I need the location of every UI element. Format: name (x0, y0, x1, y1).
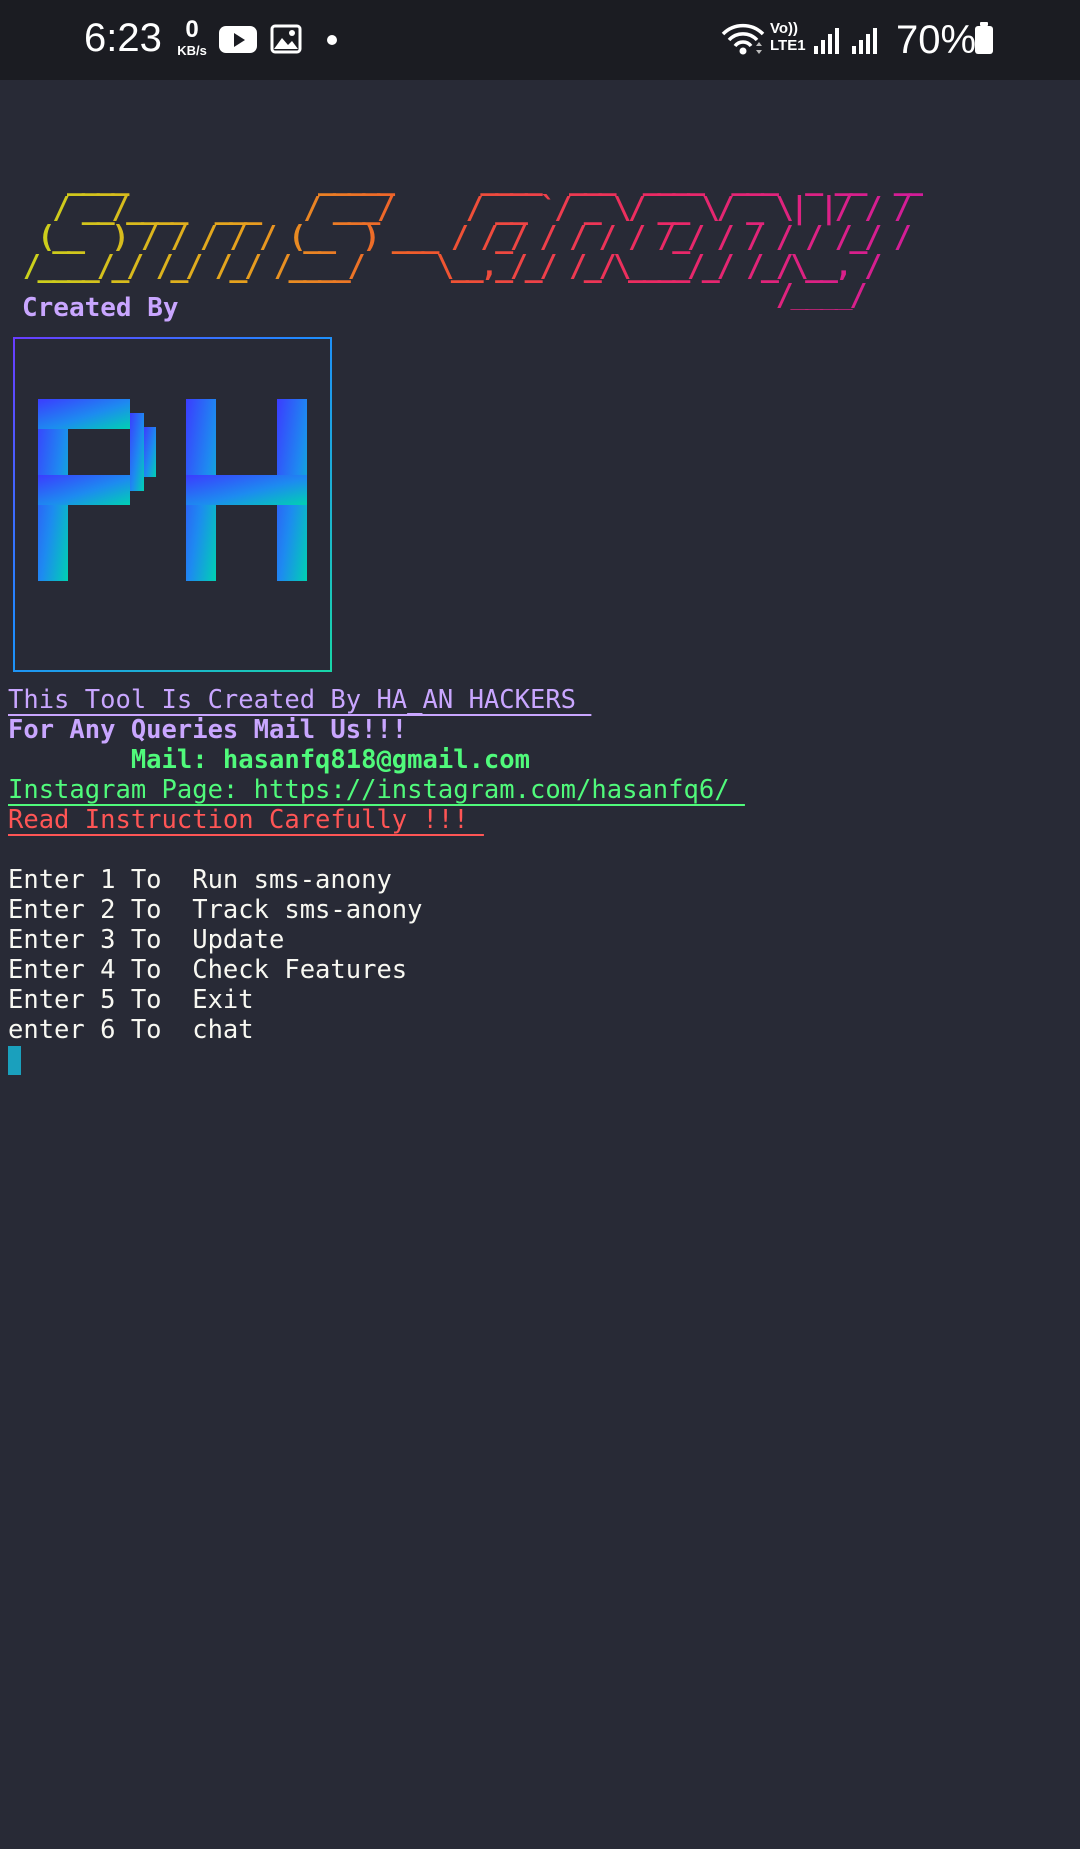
ph-logo: PH (13, 337, 332, 672)
network-speed-unit: KB/s (177, 43, 207, 58)
network-speed: 0 KB/s (172, 16, 212, 58)
created-by-label: Created By (22, 293, 179, 323)
ph-logo-icon: PH (38, 399, 307, 581)
queries-line: For Any Queries Mail Us!!! (8, 715, 408, 745)
menu-option-4: Enter 4 To Check Features (8, 955, 408, 985)
wifi-icon (721, 23, 765, 55)
terminal-cursor[interactable] (8, 1046, 21, 1075)
status-bar: 6:23 0 KB/s Vo)) LTE1 70% (0, 0, 1080, 80)
signal-icon (814, 28, 839, 54)
clock: 6:23 (84, 16, 162, 60)
gallery-icon (270, 24, 302, 54)
network-speed-value: 0 (185, 16, 199, 43)
mail-line: Mail: hasanfq818@gmail.com (8, 745, 530, 775)
menu-option-3: Enter 3 To Update (8, 925, 285, 955)
ascii-banner-text: ____ _____ ____ ___ ____ ___ _ __ __ / _… (8, 165, 927, 311)
network-type: Vo)) LTE1 (770, 20, 806, 54)
instagram-link[interactable]: Instagram Page: https://instagram.com/ha… (8, 775, 745, 805)
menu-option-1: Enter 1 To Run sms-anony (8, 865, 392, 895)
battery-icon (975, 22, 993, 54)
credit-line: This Tool Is Created By HA_AN HACKERS (8, 685, 592, 715)
lte-label: LTE1 (770, 37, 806, 54)
battery-percent: 70% (896, 18, 977, 62)
notification-dot-icon (327, 35, 337, 45)
menu-option-6: enter 6 To chat (8, 1015, 254, 1045)
ascii-banner: ____ _____ ____ ___ ____ ___ _ __ __ / _… (8, 165, 927, 311)
menu-option-2: Enter 2 To Track sms-anony (8, 895, 423, 925)
warning-line: Read Instruction Carefully !!! (8, 805, 484, 835)
menu-option-5: Enter 5 To Exit (8, 985, 254, 1015)
signal-icon (852, 28, 877, 54)
volte-label: Vo)) (770, 20, 799, 37)
youtube-icon (219, 26, 257, 53)
